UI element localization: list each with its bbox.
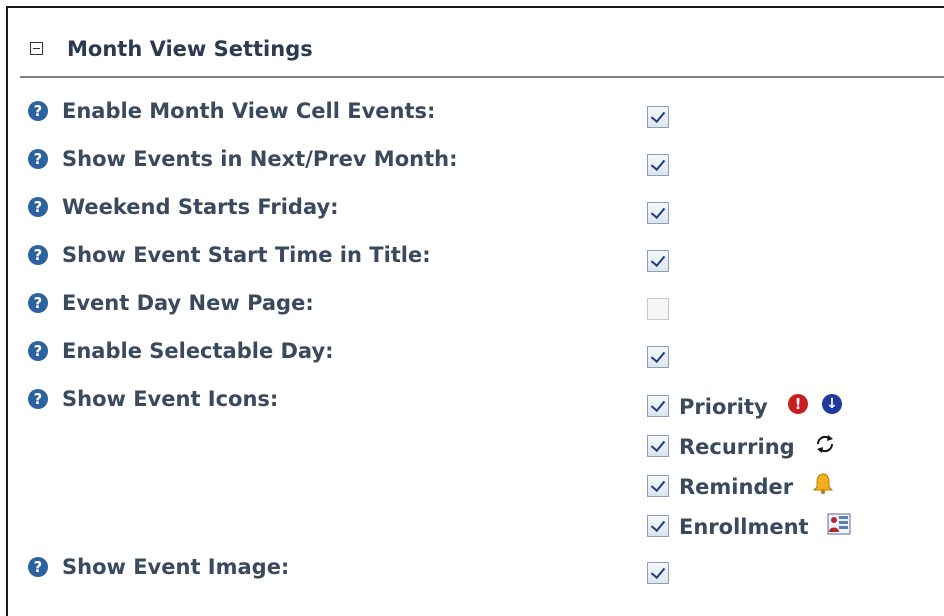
setting-label: Show Event Start Time in Title: bbox=[62, 243, 431, 267]
setting-label: Show Event Image: bbox=[62, 555, 290, 579]
setting-label: Enable Month View Cell Events: bbox=[62, 99, 436, 123]
option-label-priority: Priority bbox=[679, 395, 768, 419]
help-icon[interactable]: ? bbox=[28, 101, 48, 121]
setting-label: Event Day New Page: bbox=[62, 291, 314, 315]
section-header: Month View Settings bbox=[20, 30, 944, 78]
bell-icon bbox=[812, 473, 834, 494]
checkbox-weekend-starts-friday[interactable] bbox=[647, 202, 669, 224]
enrollment-icon bbox=[827, 513, 851, 535]
checkbox-enrollment[interactable] bbox=[647, 515, 669, 537]
checkbox-enable-month-view-cell-events[interactable] bbox=[647, 106, 669, 128]
checkbox-show-event-image[interactable] bbox=[647, 562, 669, 584]
checkbox-show-event-start-time[interactable] bbox=[647, 250, 669, 272]
checkbox-recurring[interactable] bbox=[647, 435, 669, 457]
priority-low-icon: ↓ bbox=[822, 394, 842, 414]
recurring-icon bbox=[816, 435, 834, 453]
setting-label: Enable Selectable Day: bbox=[62, 339, 334, 363]
checkbox-reminder[interactable] bbox=[647, 475, 669, 497]
help-icon[interactable]: ? bbox=[28, 341, 48, 361]
checkbox-enable-selectable-day[interactable] bbox=[647, 346, 669, 368]
checkbox-event-day-new-page[interactable] bbox=[647, 298, 669, 320]
help-icon[interactable]: ? bbox=[28, 197, 48, 217]
help-icon[interactable]: ? bbox=[28, 149, 48, 169]
priority-high-icon: ! bbox=[788, 394, 808, 414]
help-icon[interactable]: ? bbox=[28, 389, 48, 409]
setting-label: Show Events in Next/Prev Month: bbox=[62, 147, 458, 171]
option-label-enrollment: Enrollment bbox=[679, 515, 809, 539]
collapse-icon[interactable] bbox=[30, 42, 43, 55]
checkbox-priority[interactable] bbox=[647, 395, 669, 417]
help-icon[interactable]: ? bbox=[28, 293, 48, 313]
option-label-recurring: Recurring bbox=[679, 435, 795, 459]
setting-label: Show Event Icons: bbox=[62, 387, 279, 411]
setting-label: Weekend Starts Friday: bbox=[62, 195, 339, 219]
help-icon[interactable]: ? bbox=[28, 557, 48, 577]
help-icon[interactable]: ? bbox=[28, 245, 48, 265]
option-label-reminder: Reminder bbox=[679, 475, 794, 499]
checkbox-show-events-next-prev-month[interactable] bbox=[647, 154, 669, 176]
section-title: Month View Settings bbox=[67, 37, 313, 61]
